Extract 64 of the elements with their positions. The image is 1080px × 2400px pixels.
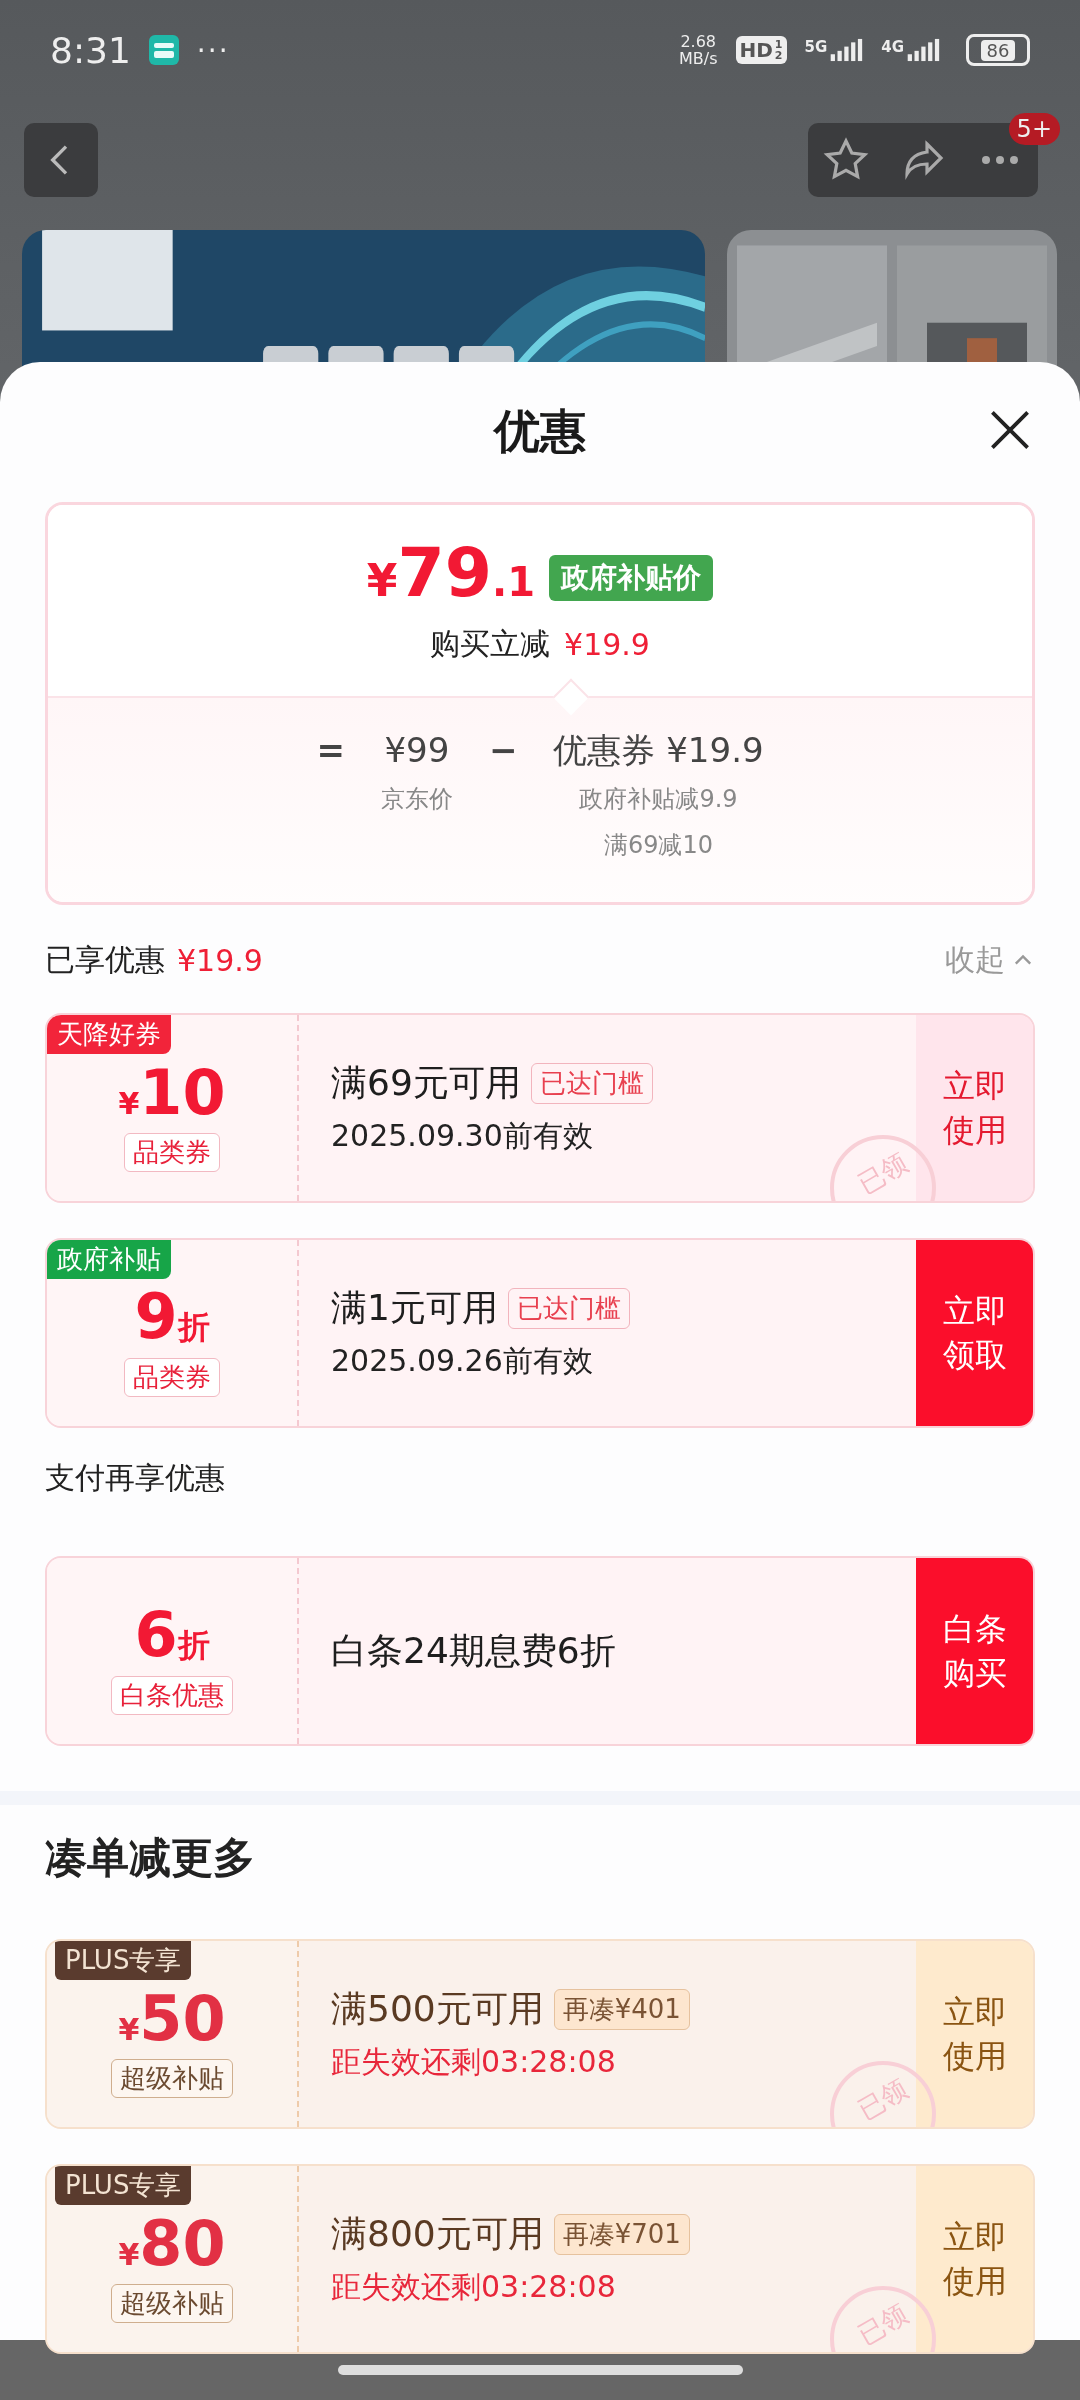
coupon-action-button[interactable]: 立即使用	[916, 1941, 1033, 2127]
coupon-value: 50	[139, 1986, 226, 2051]
discount-detail: 政府补贴减9.9	[579, 784, 738, 815]
collapse-button[interactable]: 收起	[945, 939, 1035, 981]
network-speed: 2.68 MB/s	[679, 33, 718, 67]
cellular-signal: 4G	[881, 38, 940, 62]
sheet-title: 优惠	[494, 403, 586, 460]
enjoyed-label: 已享优惠	[45, 940, 165, 979]
discount-detail: 满69减10	[603, 830, 714, 861]
status-time: 8:31	[50, 29, 131, 71]
battery-indicator: 86	[966, 34, 1030, 66]
coupon-validity: 距失效还剩03:28:08	[331, 2043, 617, 2081]
coupon-action-button[interactable]: 立即领取	[916, 1240, 1033, 1426]
coupon-type: 白条优惠	[111, 1676, 233, 1715]
threshold-badge: 再凑¥401	[553, 1989, 690, 2030]
section-title: 凑单减更多	[45, 1832, 256, 1884]
coupon-action-button[interactable]: 白条购买	[916, 1558, 1033, 1744]
instant-discount-amount: ¥19.9	[564, 627, 650, 662]
base-price: ¥99	[384, 729, 450, 772]
app-icon	[148, 35, 179, 65]
currency-symbol: ¥	[118, 2236, 140, 2272]
coupon-tag: 政府补贴	[47, 1240, 171, 1279]
back-button[interactable]	[24, 123, 98, 197]
coupon-value: 10	[139, 1060, 226, 1125]
discount-unit: 折	[177, 1625, 210, 1666]
coupon-condition: 满500元可用	[331, 1987, 544, 2031]
cellular-signal: 5G	[804, 38, 864, 62]
coupon-condition: 满69元可用	[331, 1061, 521, 1105]
coupon-value: 6	[134, 1603, 178, 1667]
currency-symbol: ¥	[118, 1085, 140, 1121]
subsidy-price-tag: 政府补贴价	[549, 554, 714, 601]
coupon-tag: PLUS专享	[55, 1941, 192, 1980]
coupon-total: 优惠券 ¥19.9	[553, 729, 764, 772]
discount-unit: 折	[177, 1307, 210, 1348]
coupon-type: 超级补贴	[111, 2058, 233, 2098]
coupon-condition: 满800元可用	[331, 2212, 544, 2256]
coupon-value: 80	[139, 2211, 226, 2276]
coupon-validity: 距失效还剩03:28:08	[331, 2268, 617, 2306]
coupon-type: 品类券	[124, 1132, 220, 1172]
coupon-action-button[interactable]: 立即使用	[916, 2166, 1033, 2352]
threshold-badge: 已达门槛	[530, 1063, 653, 1104]
coupon-action-button[interactable]: 立即使用	[916, 1015, 1033, 1201]
equals-sign: =	[316, 729, 345, 772]
section-title: 支付再享优惠	[45, 1458, 226, 1497]
currency-symbol: ¥	[118, 2011, 140, 2047]
instant-discount-label: 购买立减	[430, 625, 551, 663]
coupon-validity: 2025.09.26前有效	[331, 1342, 594, 1380]
more-notifications: ···	[196, 33, 230, 67]
threshold-badge: 已达门槛	[507, 1288, 630, 1329]
notification-badge: 5+	[1008, 113, 1060, 145]
coupon-value: 9	[134, 1285, 178, 1349]
minus-sign: −	[488, 729, 518, 772]
coupon-validity: 2025.09.30前有效	[331, 1117, 594, 1155]
close-icon[interactable]	[988, 408, 1032, 452]
base-price-label: 京东价	[380, 784, 453, 815]
final-price: ¥79.1	[366, 535, 536, 614]
coupon-type: 超级补贴	[111, 2283, 233, 2323]
coupon-condition: 满1元可用	[331, 1286, 498, 1330]
coupon-condition: 白条24期息费6折	[331, 1628, 616, 1673]
coupon-tag: PLUS专享	[55, 2166, 192, 2205]
threshold-badge: 再凑¥701	[553, 2214, 690, 2255]
enjoyed-amount: ¥19.9	[177, 942, 263, 978]
coupon-type: 品类券	[124, 1358, 220, 1397]
coupon-tag: 天降好券	[47, 1015, 171, 1054]
